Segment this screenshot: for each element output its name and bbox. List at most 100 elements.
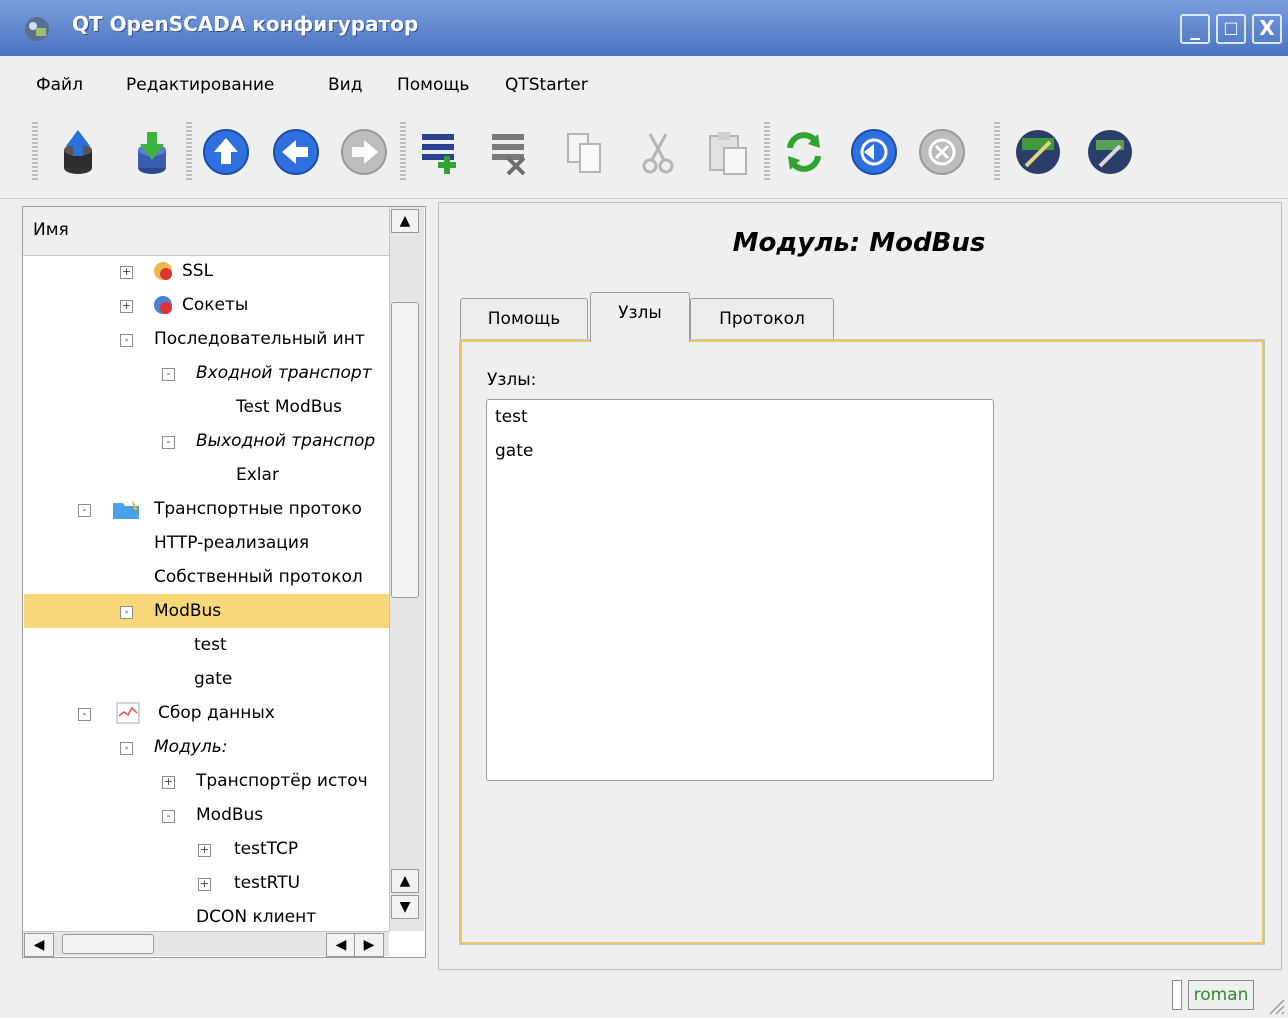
vertical-scroll-thumb[interactable] <box>391 302 419 598</box>
toolbar-separator <box>764 122 770 182</box>
collapse-icon[interactable]: - <box>120 742 133 755</box>
qt-starter-button[interactable] <box>1084 126 1136 178</box>
tree-item-http[interactable]: HTTP-реализация <box>154 526 309 560</box>
toolbar-handle[interactable] <box>32 122 38 182</box>
close-button[interactable]: X <box>1252 14 1282 44</box>
arrow-forward-icon <box>341 129 387 175</box>
delete-item-button[interactable] <box>484 126 536 178</box>
tree-item-self-protocol[interactable]: Собственный протокол <box>154 560 363 594</box>
minimize-button[interactable]: _ <box>1180 14 1210 44</box>
tree-item-test[interactable]: test <box>194 628 227 662</box>
scroll-left-button-right[interactable]: ◀ <box>326 933 356 957</box>
scroll-left-button[interactable]: ◀ <box>24 933 54 957</box>
tab-help[interactable]: Помощь <box>460 298 588 340</box>
tree-item-label: Сбор данных <box>158 703 275 723</box>
db-download-button[interactable] <box>126 126 178 178</box>
tree-item-test-modbus[interactable]: Test ModBus <box>236 390 342 424</box>
tree-item-label: testTCP <box>234 839 299 859</box>
back-button[interactable] <box>270 126 322 178</box>
collapse-icon[interactable]: - <box>162 368 175 381</box>
cut-button[interactable] <box>632 126 684 178</box>
forward-button[interactable] <box>338 126 390 178</box>
tree-column-name: Имя <box>33 220 69 240</box>
sockets-icon <box>154 296 172 314</box>
expand-icon[interactable]: + <box>198 844 211 857</box>
menu-help[interactable]: Помощь <box>397 75 469 95</box>
tree-item-label: Последовательный инт <box>154 329 365 349</box>
expand-icon[interactable]: + <box>120 300 133 313</box>
collapse-icon[interactable]: - <box>162 810 175 823</box>
tree-item-label: Test ModBus <box>236 397 343 417</box>
tree-item-label: ModBus <box>154 601 222 621</box>
tree-item-label: Exlar <box>236 465 279 485</box>
scroll-down-button[interactable]: ▼ <box>391 895 419 919</box>
refresh-icon <box>787 132 821 172</box>
tree-item-gate[interactable]: gate <box>194 662 232 696</box>
paste-button[interactable] <box>702 126 754 178</box>
toolbar-handle[interactable] <box>994 122 1000 182</box>
db-upload-button[interactable] <box>52 126 104 178</box>
scroll-right-button[interactable]: ▶ <box>354 933 384 957</box>
status-bar <box>0 975 1288 1018</box>
collapse-icon[interactable]: - <box>162 436 175 449</box>
menu-file[interactable]: Файл <box>36 75 83 95</box>
expand-icon[interactable]: + <box>198 878 211 891</box>
refresh-button[interactable] <box>778 126 830 178</box>
scroll-up-button-bottom[interactable]: ▲ <box>391 869 419 893</box>
tree-item-label: Сокеты <box>182 295 249 315</box>
up-button[interactable] <box>200 126 252 178</box>
menu-edit[interactable]: Редактирование <box>126 75 274 95</box>
qt-configurator-button[interactable] <box>1012 126 1064 178</box>
page-title: Модуль: ModBus <box>732 228 986 258</box>
tree-item-label: test <box>194 635 227 655</box>
tab-nodes[interactable]: Узлы <box>590 292 690 342</box>
start-icon <box>851 129 897 175</box>
ssl-icon <box>154 262 172 280</box>
window-title: QT OpenSCADA конфигуратор <box>72 12 419 36</box>
tree-header[interactable] <box>23 207 389 256</box>
menu-bar: Файл Редактирование Вид Помощь QTStarter <box>0 56 1288 104</box>
panel-splitter[interactable] <box>427 210 435 954</box>
tree-item-modbus-selected[interactable]: - ModBus <box>24 594 389 628</box>
menu-qtstarter[interactable]: QTStarter <box>505 75 588 95</box>
resize-grip-icon[interactable] <box>1266 996 1286 1016</box>
db-upload-icon <box>64 130 92 174</box>
list-item[interactable]: gate <box>495 441 533 461</box>
collapse-icon[interactable]: - <box>78 504 91 517</box>
menu-view[interactable]: Вид <box>328 75 362 95</box>
expand-icon[interactable]: + <box>162 776 175 789</box>
maximize-button[interactable]: □ <box>1216 14 1246 44</box>
copy-icon <box>567 133 601 173</box>
tree-item-label: SSL <box>182 261 214 281</box>
stop-button[interactable] <box>916 126 968 178</box>
app-icon <box>25 17 49 41</box>
qt-starter-icon <box>1088 130 1132 174</box>
arrow-up-icon <box>203 129 249 175</box>
db-download-icon <box>138 132 166 174</box>
tree-item-exlar[interactable]: Exlar <box>236 458 279 492</box>
nodes-list[interactable]: test gate <box>486 399 994 781</box>
tree-item-label: Входной транспорт <box>196 363 372 383</box>
start-button[interactable] <box>848 126 900 178</box>
status-indicator <box>1172 980 1182 1010</box>
add-item-icon <box>422 134 456 174</box>
collapse-icon[interactable]: - <box>120 334 133 347</box>
tree-item-dcon[interactable]: DCON клиент <box>196 900 316 934</box>
horizontal-scroll-thumb[interactable] <box>62 934 154 954</box>
add-item-button[interactable] <box>414 126 466 178</box>
tree-item-label: Собственный протокол <box>154 567 363 587</box>
tree-item-label: HTTP-реализация <box>154 533 310 553</box>
list-item[interactable]: test <box>495 407 528 427</box>
tree-item-label: Выходной транспор <box>196 431 376 451</box>
collapse-icon[interactable]: - <box>120 606 133 619</box>
status-user[interactable]: roman <box>1188 980 1254 1010</box>
collapse-icon[interactable]: - <box>78 708 91 721</box>
expand-icon[interactable]: + <box>120 266 133 279</box>
scroll-up-button[interactable]: ▲ <box>391 209 419 233</box>
qt-configurator-icon <box>1016 130 1060 174</box>
chart-icon <box>116 702 140 724</box>
folder-icon <box>113 500 139 519</box>
tab-protocol[interactable]: Протокол <box>690 298 834 340</box>
tree-item-label: Модуль: <box>154 737 228 757</box>
copy-button[interactable] <box>560 126 612 178</box>
